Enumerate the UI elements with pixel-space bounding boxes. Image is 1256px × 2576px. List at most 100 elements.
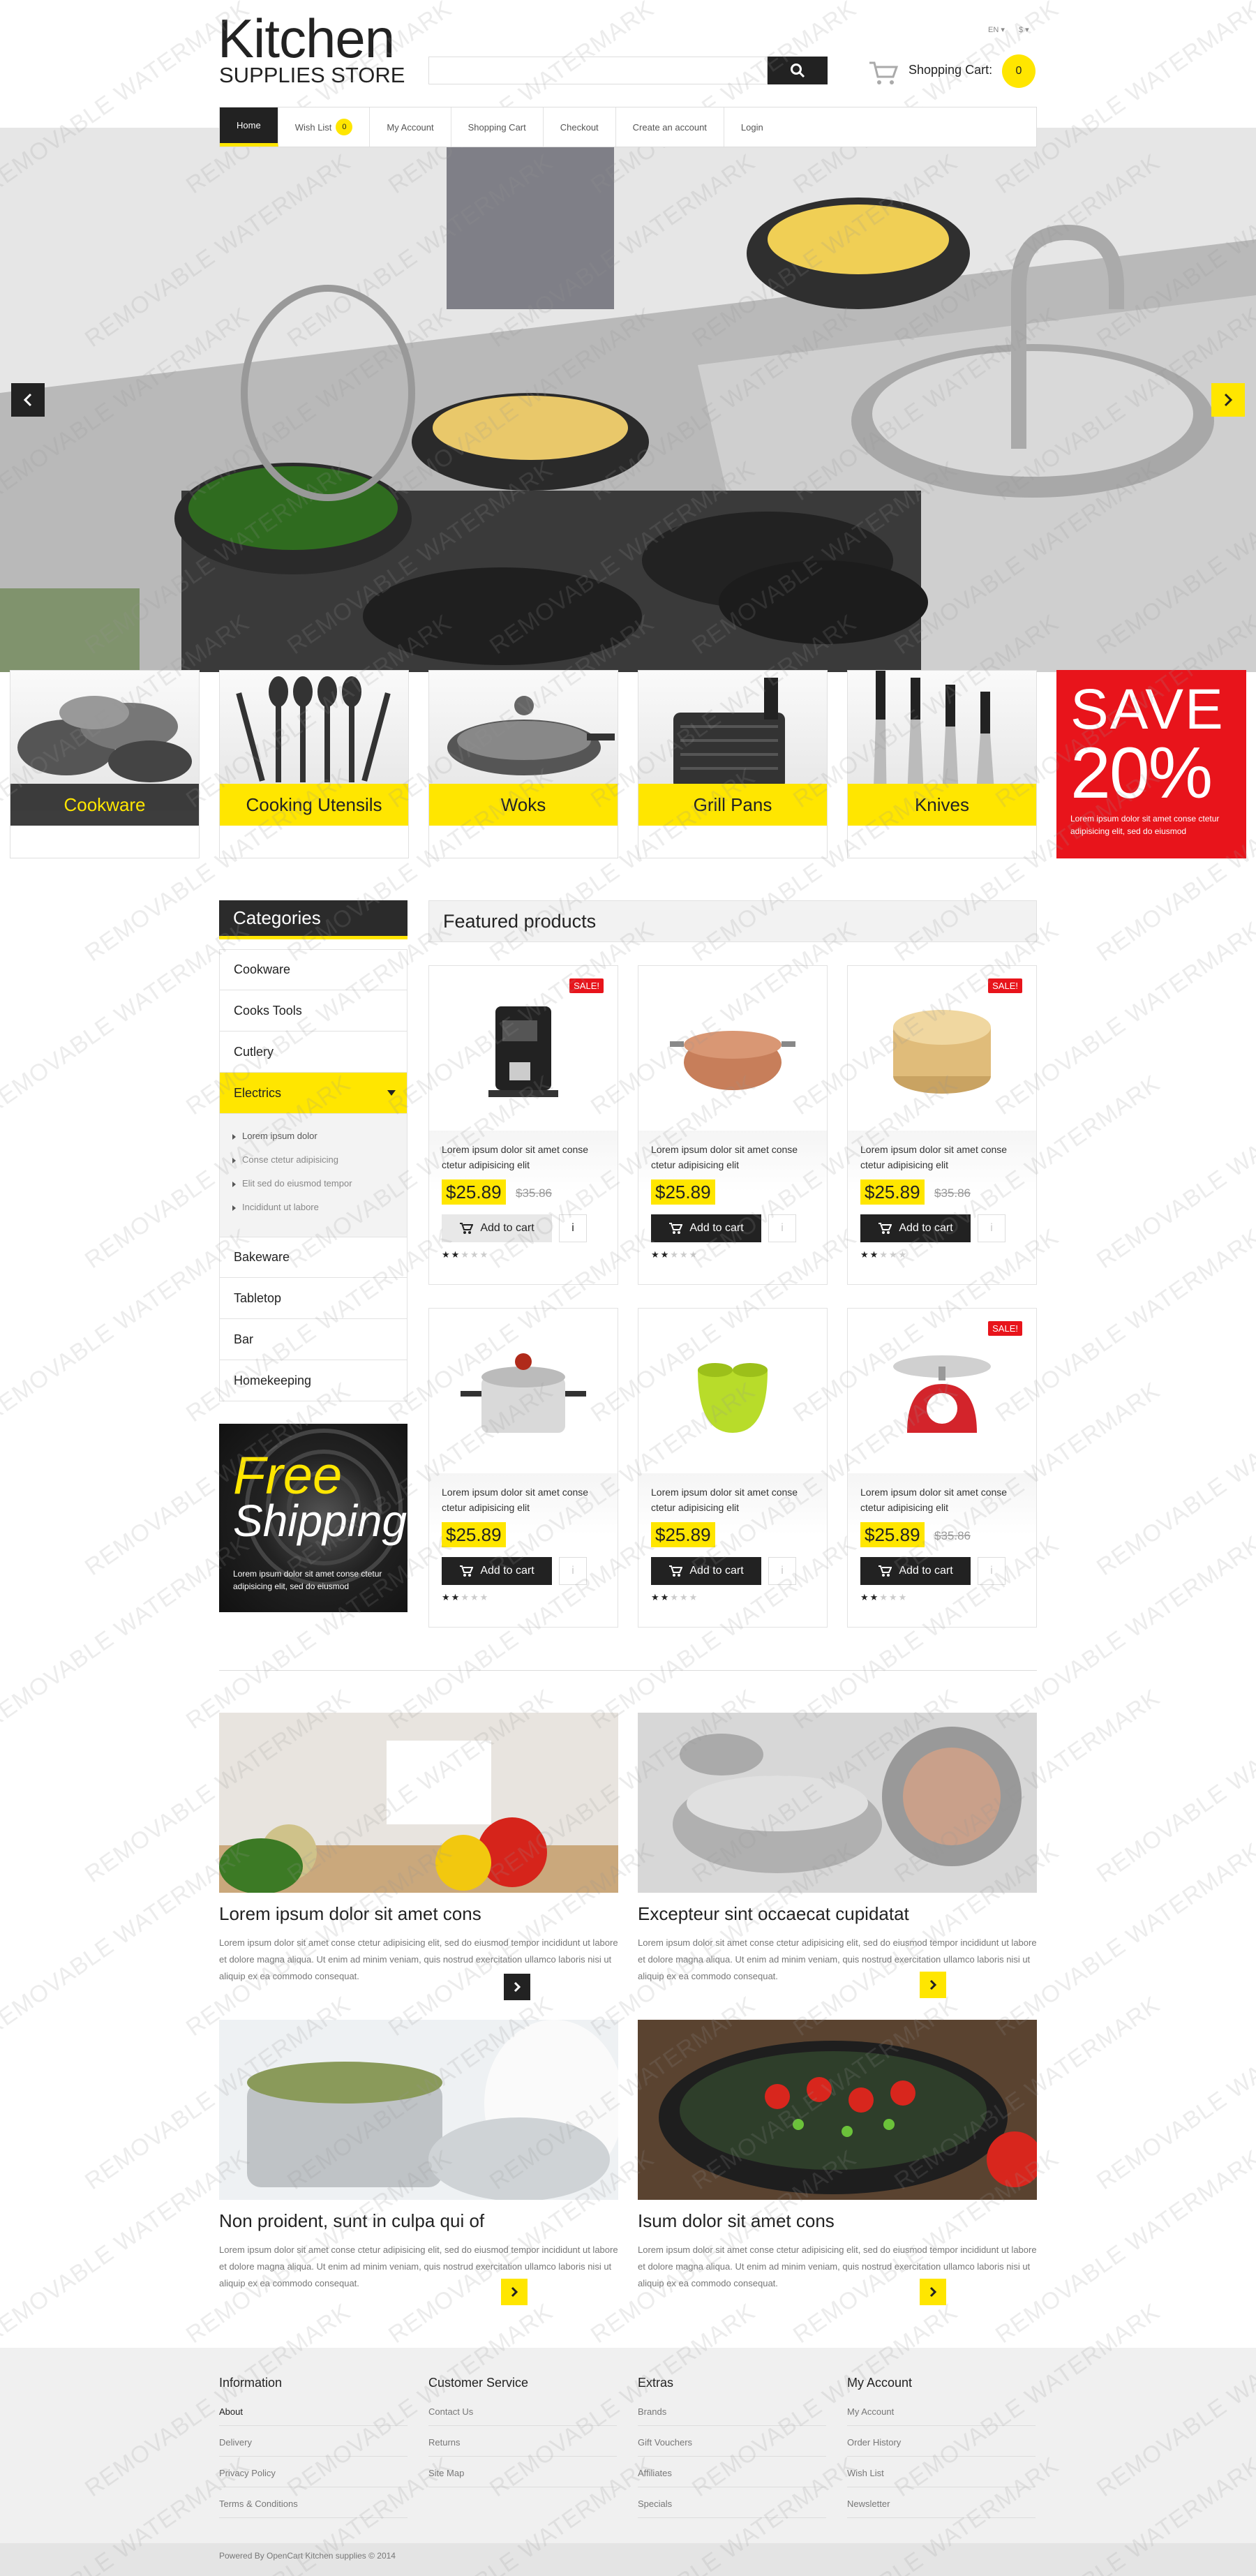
product-name[interactable]: Lorem ipsum dolor sit amet conse ctetur …	[442, 1142, 609, 1172]
footer-link[interactable]: Newsletter	[847, 2499, 1036, 2518]
read-more-button[interactable]	[501, 2279, 528, 2305]
add-to-cart-button[interactable]: Add to cart	[860, 1557, 971, 1585]
product-price: $25.89	[651, 1522, 715, 1547]
product-image[interactable]	[638, 1309, 827, 1473]
nav-my-account[interactable]: My Account	[370, 107, 451, 147]
product-name[interactable]: Lorem ipsum dolor sit amet conse ctetur …	[860, 1142, 1028, 1172]
product-info-button[interactable]: i	[559, 1214, 587, 1242]
cart-icon[interactable]	[868, 59, 899, 90]
rating-stars: ★★★★★	[442, 1249, 490, 1260]
read-more-button[interactable]	[920, 1972, 946, 1998]
nav-create-account[interactable]: Create an account	[616, 107, 724, 147]
add-to-cart-button[interactable]: Add to cart	[860, 1214, 971, 1242]
product-card[interactable]: Lorem ipsum dolor sit amet conse ctetur …	[428, 1308, 618, 1628]
sidebar-item-bakeware[interactable]: Bakeware	[219, 1237, 408, 1278]
post-image-vegetables[interactable]	[219, 1713, 618, 1893]
footer-link[interactable]: Order History	[847, 2437, 1036, 2457]
footer-link[interactable]: Wish List	[847, 2468, 1036, 2487]
post-title[interactable]: Non proident, sunt in culpa qui of	[219, 2210, 484, 2232]
subcategory-item[interactable]: Incididunt ut labore	[232, 1202, 319, 1212]
nav-shopping-cart[interactable]: Shopping Cart	[451, 107, 544, 147]
product-info-button[interactable]: i	[768, 1214, 796, 1242]
sidebar-item-homekeeping[interactable]: Homekeeping	[219, 1360, 408, 1401]
footer-link[interactable]: Brands	[638, 2406, 826, 2426]
post-title[interactable]: Lorem ipsum dolor sit amet cons	[219, 1903, 481, 1925]
footer-link[interactable]: Delivery	[219, 2437, 408, 2457]
watermark-text: REMOVABLE WATERMARK	[1091, 1991, 1256, 2196]
logo-title[interactable]: Kitchen	[218, 11, 395, 66]
hero-next-button[interactable]	[1211, 383, 1245, 417]
read-more-button[interactable]	[920, 2279, 946, 2305]
footer-link[interactable]: Affiliates	[638, 2468, 826, 2487]
subcategory-item[interactable]: Conse ctetur adipisicing	[232, 1154, 338, 1165]
add-to-cart-button[interactable]: Add to cart	[442, 1214, 552, 1242]
product-info-button[interactable]: i	[559, 1557, 587, 1585]
read-more-button[interactable]	[504, 1974, 530, 2000]
footer-link[interactable]: Terms & Conditions	[219, 2499, 408, 2518]
product-name[interactable]: Lorem ipsum dolor sit amet conse ctetur …	[860, 1484, 1028, 1515]
search-button[interactable]	[768, 57, 828, 84]
footer-link[interactable]: About	[219, 2406, 408, 2426]
promo-percent: 20%	[1070, 733, 1213, 814]
sidebar-item-electrics[interactable]: Electrics	[219, 1073, 408, 1114]
category-tile-woks[interactable]: Woks	[428, 670, 618, 858]
nav-login[interactable]: Login	[724, 107, 780, 147]
search-input[interactable]	[428, 57, 768, 84]
sidebar-item-cooks-tools[interactable]: Cooks Tools	[219, 990, 408, 1032]
currency-select[interactable]: $ ▾	[1019, 25, 1029, 34]
post-image-cookware[interactable]	[638, 1713, 1037, 1893]
promo-banner[interactable]: SAVE 20% Lorem ipsum dolor sit amet cons…	[1056, 670, 1246, 858]
footer-link[interactable]: Specials	[638, 2499, 826, 2518]
nav-home[interactable]: Home	[220, 107, 278, 147]
footer-link[interactable]: My Account	[847, 2406, 1036, 2426]
sidebar-item-cutlery[interactable]: Cutlery	[219, 1032, 408, 1073]
rating-stars: ★★★★★	[860, 1592, 909, 1602]
product-card[interactable]: SALE! Lorem ipsum dolor sit amet conse ct…	[847, 965, 1037, 1285]
product-card[interactable]: Lorem ipsum dolor sit amet conse ctetur …	[638, 965, 828, 1285]
product-image[interactable]	[638, 966, 827, 1131]
cart-label[interactable]: Shopping Cart:	[909, 63, 992, 77]
product-name[interactable]: Lorem ipsum dolor sit amet conse ctetur …	[651, 1142, 818, 1172]
product-info: Lorem ipsum dolor sit amet conse ctetur …	[638, 1131, 827, 1284]
add-to-cart-button[interactable]: Add to cart	[442, 1557, 552, 1585]
footer-link[interactable]: Returns	[428, 2437, 617, 2457]
product-card[interactable]: SALE! Lorem ipsum dolor sit amet conse ct…	[847, 1308, 1037, 1628]
product-image[interactable]	[429, 1309, 618, 1473]
post-title[interactable]: Excepteur sint occaecat cupidatat	[638, 1903, 909, 1925]
footer-link[interactable]: Contact Us	[428, 2406, 617, 2426]
info-icon: i	[990, 1222, 993, 1234]
product-card[interactable]: SALE! Lorem ipsum dolor sit amet conse ct…	[428, 965, 618, 1285]
footer-link[interactable]: Gift Vouchers	[638, 2437, 826, 2457]
category-tile-grill-pans[interactable]: Grill Pans	[638, 670, 828, 858]
category-tile-cookware[interactable]: Cookware	[10, 670, 200, 858]
free-shipping-banner[interactable]: Free Shipping Lorem ipsum dolor sit amet…	[219, 1424, 408, 1612]
product-card[interactable]: Lorem ipsum dolor sit amet conse ctetur …	[638, 1308, 828, 1628]
product-info-button[interactable]: i	[768, 1557, 796, 1585]
sidebar-item-cookware[interactable]: Cookware	[219, 949, 408, 990]
sidebar-item-tabletop[interactable]: Tabletop	[219, 1278, 408, 1319]
cart-icon	[669, 1565, 683, 1577]
hero-prev-button[interactable]	[11, 383, 45, 417]
product-name[interactable]: Lorem ipsum dolor sit amet conse ctetur …	[651, 1484, 818, 1515]
language-select[interactable]: EN ▾	[988, 25, 1005, 34]
footer-link[interactable]: Privacy Policy	[219, 2468, 408, 2487]
subcategory-item[interactable]: Elit sed do eiusmod tempor	[232, 1178, 352, 1189]
add-to-cart-button[interactable]: Add to cart	[651, 1214, 761, 1242]
nav-checkout[interactable]: Checkout	[544, 107, 616, 147]
sidebar-item-bar[interactable]: Bar	[219, 1319, 408, 1360]
post-image-pan[interactable]	[638, 2020, 1037, 2200]
product-info-button[interactable]: i	[978, 1557, 1005, 1585]
product-name[interactable]: Lorem ipsum dolor sit amet conse ctetur …	[442, 1484, 609, 1515]
post-title[interactable]: Isum dolor sit amet cons	[638, 2210, 835, 2232]
product-info-button[interactable]: i	[978, 1214, 1005, 1242]
category-tile-cooking-utensils[interactable]: Cooking Utensils	[219, 670, 409, 858]
post-image-pot[interactable]	[219, 2020, 618, 2200]
product-info: Lorem ipsum dolor sit amet conse ctetur …	[848, 1473, 1036, 1627]
category-tile-knives[interactable]: Knives	[847, 670, 1037, 858]
subcategory-item[interactable]: Lorem ipsum dolor	[232, 1131, 317, 1141]
footer-link[interactable]: Site Map	[428, 2468, 617, 2487]
product-info: Lorem ipsum dolor sit amet conse ctetur …	[429, 1473, 618, 1627]
add-to-cart-button[interactable]: Add to cart	[651, 1557, 761, 1585]
nav-wish-list[interactable]: Wish List 0	[278, 107, 371, 147]
cart-count-badge[interactable]: 0	[1002, 54, 1036, 88]
